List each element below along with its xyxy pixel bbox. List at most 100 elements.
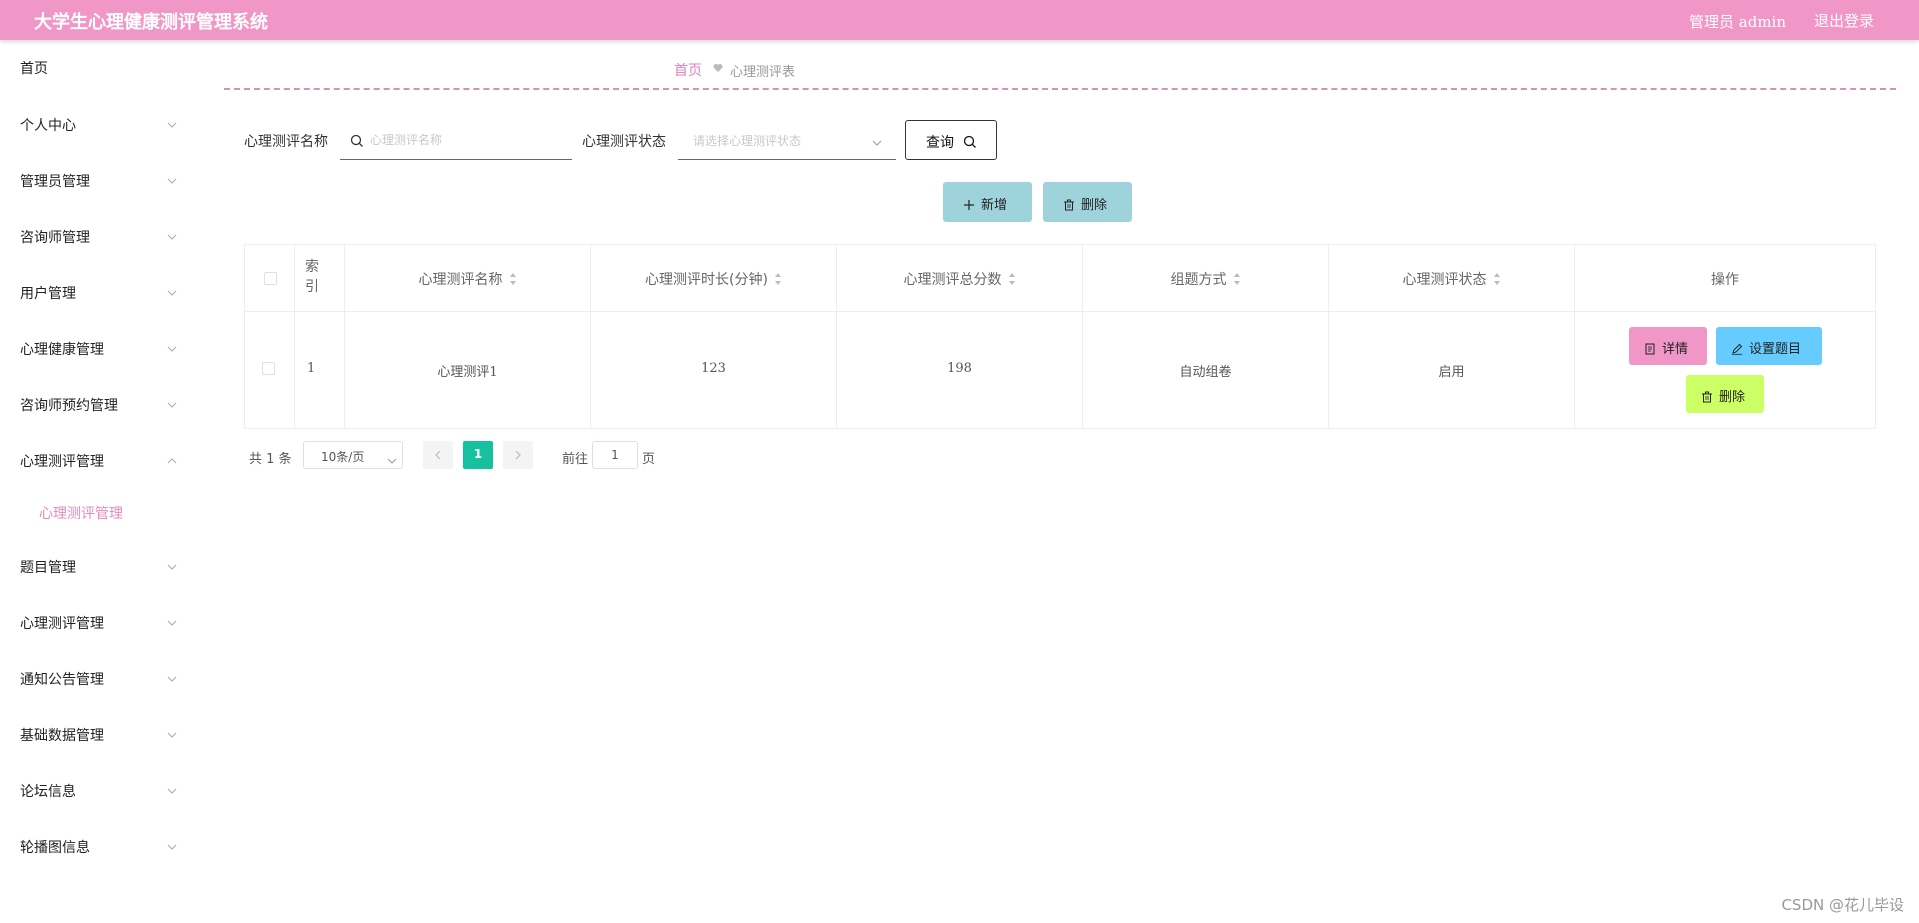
plus-icon (963, 196, 975, 210)
sort-icon[interactable] (509, 272, 517, 286)
sidebar-item-label: 咨询师预约管理 (20, 398, 118, 414)
header-name-cell[interactable]: 心理测评名称 (345, 245, 591, 311)
search-icon (350, 133, 364, 147)
chevron-down-icon (387, 451, 397, 464)
logout-link[interactable]: 退出登录 (1814, 10, 1874, 31)
current-user: 管理员 admin (1689, 13, 1786, 31)
sidebar-item-assessment-manage[interactable]: 心理测评管理 (0, 441, 190, 481)
status-select[interactable]: 请选择心理测评状态 (678, 120, 896, 160)
detail-button[interactable]: 详情 (1629, 327, 1707, 365)
goto-label: 前往 (562, 452, 589, 467)
set-questions-button[interactable]: 设置题目 (1716, 327, 1822, 365)
chevron-up-icon (166, 455, 178, 467)
header-op-cell: 操作 (1575, 245, 1875, 311)
breadcrumb-home[interactable]: 首页 (674, 60, 702, 80)
sort-icon[interactable] (1008, 272, 1016, 286)
add-button-label: 新增 (981, 198, 1008, 213)
sidebar-item-base-data[interactable]: 基础数据管理 (0, 715, 190, 755)
query-button[interactable]: 查询 (905, 120, 997, 160)
column-header-label: 组题方式 (1170, 272, 1227, 288)
row-method: 自动组卷 (1179, 365, 1232, 380)
row-select-cell (245, 312, 295, 428)
chevron-right-icon (515, 450, 521, 460)
op-header: 操作 (1711, 272, 1739, 288)
chevron-down-icon (166, 729, 178, 741)
sidebar-item-label: 基础数据管理 (20, 728, 104, 744)
name-search-input[interactable] (370, 130, 560, 150)
header-total: 心理测评总分数 (837, 269, 1082, 289)
sidebar-item-label: 用户管理 (20, 286, 76, 302)
sidebar-item-carousel[interactable]: 轮播图信息 (0, 827, 190, 867)
chevron-down-icon (166, 119, 178, 131)
row-delete-button-label: 删除 (1719, 390, 1746, 405)
sidebar-item-label: 咨询师管理 (20, 230, 90, 246)
sort-icon[interactable] (1493, 272, 1501, 286)
sidebar-item-assessment-manage-2[interactable]: 心理测评管理 (0, 603, 190, 643)
watermark: CSDN @花儿毕设 (1781, 896, 1904, 914)
batch-delete-button[interactable]: 删除 (1043, 182, 1132, 222)
header-total-cell[interactable]: 心理测评总分数 (837, 245, 1083, 311)
page-size-value: 10条/页 (321, 450, 365, 464)
chevron-down-icon (166, 785, 178, 797)
prev-page-button[interactable] (423, 441, 453, 469)
header-method-cell[interactable]: 组题方式 (1083, 245, 1329, 311)
sidebar-item-notice-manage[interactable]: 通知公告管理 (0, 659, 190, 699)
sidebar-item-home[interactable]: 首页 (0, 48, 190, 88)
row-status: 启用 (1438, 365, 1465, 380)
sidebar-item-label: 通知公告管理 (20, 672, 104, 688)
chevron-down-icon (166, 343, 178, 355)
table-row: 1 心理测评1 123 198 自动组卷 启用 详情 设置题目 删除 (245, 312, 1875, 428)
header-duration-cell[interactable]: 心理测评时长(分钟) (591, 245, 837, 311)
row-index: 1 (307, 361, 316, 376)
chevron-down-icon (166, 175, 178, 187)
sidebar-item-label: 轮播图信息 (20, 840, 90, 856)
row-name: 心理测评1 (437, 365, 498, 380)
sidebar-item-forum[interactable]: 论坛信息 (0, 771, 190, 811)
sort-icon[interactable] (1233, 272, 1241, 286)
column-header-label: 心理测评名称 (418, 272, 503, 288)
sidebar-item-label: 心理测评管理 (20, 454, 104, 470)
header-name: 心理测评名称 (345, 269, 590, 289)
sidebar-item-label: 心理健康管理 (20, 342, 104, 358)
sidebar-item-label: 心理测评管理 (39, 506, 123, 522)
sidebar-item-appointment[interactable]: 咨询师预约管理 (0, 385, 190, 425)
add-button[interactable]: 新增 (943, 182, 1032, 222)
pagination-total: 共 1 条 (249, 452, 292, 467)
sidebar-item-mental-health[interactable]: 心理健康管理 (0, 329, 190, 369)
chevron-down-icon (166, 287, 178, 299)
goto-page-suffix: 页 (642, 452, 656, 467)
header-method: 组题方式 (1083, 269, 1328, 289)
page-number-current[interactable]: 1 (463, 441, 493, 469)
sidebar-item-label: 首页 (20, 61, 48, 77)
status-select-placeholder: 请选择心理测评状态 (693, 134, 802, 148)
sidebar: 首页 个人中心 管理员管理 咨询师管理 用户管理 心理健康管理 咨询师预约管理 … (0, 40, 190, 923)
sidebar-item-label: 个人中心 (20, 118, 76, 134)
header-status-cell[interactable]: 心理测评状态 (1329, 245, 1575, 311)
document-icon (1644, 340, 1656, 355)
sidebar-item-counselor-manage[interactable]: 咨询师管理 (0, 217, 190, 257)
chevron-down-icon (166, 561, 178, 573)
sidebar-subitem-assessment-manage[interactable]: 心理测评管理 (0, 493, 190, 533)
top-header: 大学生心理健康测评管理系统 管理员 admin 退出登录 (0, 0, 1919, 40)
row-duration-cell: 123 (591, 312, 837, 428)
table-header-row: 索引 心理测评名称 心理测评时长(分钟) 心理测评总分数 组题方式 心理测评状态… (245, 245, 1875, 312)
sidebar-item-personal-center[interactable]: 个人中心 (0, 105, 190, 145)
chevron-down-icon (166, 673, 178, 685)
chevron-down-icon (166, 841, 178, 853)
page-size-select[interactable]: 10条/页 (303, 441, 403, 469)
sort-icon[interactable] (774, 272, 782, 286)
goto-page-input[interactable] (592, 441, 638, 469)
header-duration: 心理测评时长(分钟) (591, 269, 836, 289)
next-page-button[interactable] (503, 441, 533, 469)
sidebar-item-admin-manage[interactable]: 管理员管理 (0, 161, 190, 201)
status-search-label: 心理测评状态 (582, 134, 666, 150)
row-delete-button[interactable]: 删除 (1686, 375, 1764, 413)
row-checkbox[interactable] (262, 362, 275, 375)
sidebar-item-label: 题目管理 (20, 560, 76, 576)
sidebar-item-question-manage[interactable]: 题目管理 (0, 547, 190, 587)
assessment-table: 索引 心理测评名称 心理测评时长(分钟) 心理测评总分数 组题方式 心理测评状态… (244, 244, 1876, 429)
detail-button-label: 详情 (1662, 342, 1689, 357)
name-search-field[interactable] (340, 120, 572, 160)
sidebar-item-user-manage[interactable]: 用户管理 (0, 273, 190, 313)
select-all-checkbox[interactable] (264, 272, 277, 285)
